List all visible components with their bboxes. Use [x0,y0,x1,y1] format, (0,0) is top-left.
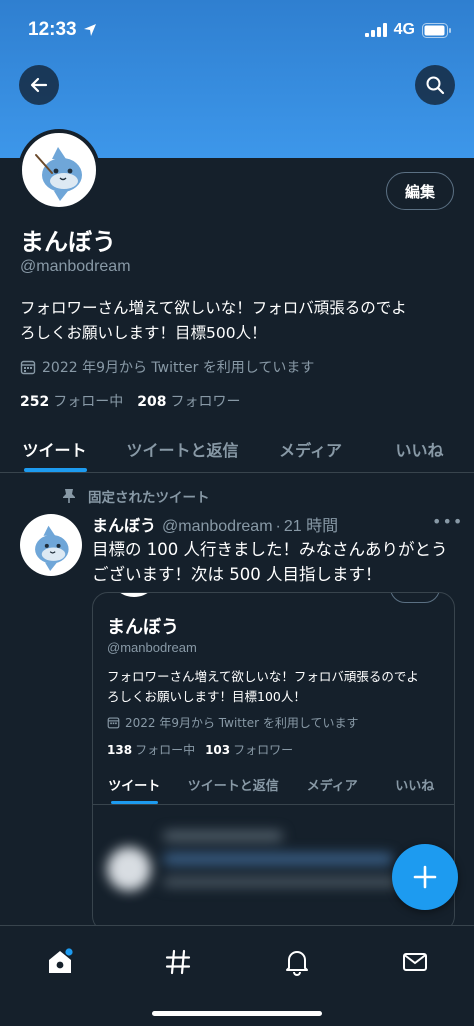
edit-profile-button[interactable]: 編集 [386,172,454,210]
home-icon [49,948,73,973]
card-edit-button-fragment [390,593,440,603]
card-profile-name: まんぼう [107,617,179,638]
card-followers-label: フォロワー [233,743,294,757]
sunfish-avatar-icon [35,525,69,571]
card-tab-media: メディア [306,779,358,794]
search-button[interactable] [415,65,455,105]
tweet-text-line: 目標の 100 人行きました！みなさんありがとう [92,540,448,559]
joined-text: 2022 年9月から Twitter を利用しています [42,360,315,376]
signal-icon [364,23,387,37]
tweet-author-handle: @manbodream [162,518,273,535]
location-arrow-icon [83,24,96,36]
bottom-navigation [0,925,474,1026]
profile-bio: フォロワーさん増えて欲しいな！フォロバ頑張るのでよ ろしくお願いします！目標50… [20,296,456,346]
home-indicator [152,1011,322,1016]
profile-avatar[interactable] [18,129,100,211]
sunfish-avatar-icon [35,147,82,201]
tab-media[interactable]: メディア [256,425,365,472]
card-followers-count: 103 [205,743,231,757]
nav-messages[interactable] [393,940,437,984]
network-label: 4G [393,21,415,38]
bell-icon [286,951,308,976]
tab-tweets[interactable]: ツイート [0,425,109,472]
battery-icon [422,22,451,38]
card-joined-text: 2022 年9月から Twitter を利用しています [125,716,359,730]
following-count: 252 [20,394,50,410]
envelope-icon [403,953,427,971]
calendar-icon [107,717,120,729]
profile-handle: @manbodream [20,258,131,275]
pinned-label: 固定されたツイート [88,490,210,506]
profile-tabs: ツイート ツイートと返信 メディア いいね [0,425,474,473]
card-following-label: フォロー中 [135,743,196,757]
tweet-time: 21 時間 [283,518,339,535]
tweet-author-name[interactable]: まんぼう [92,512,156,536]
status-time: 12:33 [28,19,77,40]
card-avatar-fragment [109,593,159,597]
blurred-avatar [107,847,151,891]
card-tab-tweets: ツイート [93,765,176,804]
card-tabs: ツイート ツイートと返信 メディア いいね [93,765,454,805]
card-profile-bio: フォロワーさん増えて欲しいな！フォロバ頑張るのでよ ろしくお願いします！目標10… [107,667,447,707]
hashtag-icon [165,949,191,975]
blurred-line [163,877,423,887]
plus-icon [413,865,437,889]
nav-home[interactable] [38,940,82,984]
calendar-icon [20,360,36,375]
tweet-more-button[interactable]: ••• [432,512,463,531]
card-profile-handle: @manbodream [107,640,197,655]
back-button[interactable] [19,65,59,105]
compose-tweet-button[interactable] [392,844,458,910]
following-label: フォロー中 [53,394,124,410]
tweet-avatar[interactable] [20,514,82,576]
blurred-line [163,853,393,865]
profile-name: まんぼう [20,228,116,256]
card-following: 138 フォロー中 [107,741,195,758]
card-bio-line: フォロワーさん増えて欲しいな！フォロバ頑張るのでよ [107,669,419,684]
followers-count: 208 [137,394,167,410]
card-tab-tweets-replies: ツイートと返信 [187,779,279,794]
followers-label: フォロワー [170,394,241,410]
tab-tweets-replies[interactable]: ツイートと返信 [109,425,256,472]
nav-notifications[interactable] [275,940,319,984]
tab-likes[interactable]: いいね [365,425,474,472]
card-follow-stats: 138 フォロー中 103 フォロワー [107,741,293,758]
nav-explore[interactable] [156,940,200,984]
following-link[interactable]: 252 フォロー中 [20,391,123,411]
joined-date: 2022 年9月から Twitter を利用しています [20,357,314,377]
tweet-separator: · [275,518,281,535]
status-time-group: 12:33 [28,19,97,41]
status-bar: 12:33 4G [0,0,474,60]
blurred-line [163,831,283,841]
tweet-text-line: ございます！次は 500 人目指します！ [92,565,382,584]
bio-line: ろしくお願いします！目標500人！ [20,324,267,342]
status-right: 4G [364,21,452,39]
card-tab-likes: いいね [395,779,435,794]
search-icon [426,76,445,95]
card-joined-date: 2022 年9月から Twitter を利用しています [107,714,358,731]
followers-link[interactable]: 208 フォロワー [137,391,240,411]
tweet-text: 目標の 100 人行きました！みなさんありがとう ございます！次は 500 人目… [92,537,464,587]
card-bio-line: ろしくお願いします！目標100人！ [107,689,306,704]
pinned-indicator: 固定されたツイート [62,486,210,506]
arrow-left-icon [30,77,48,93]
tweet-header: まんぼう @manbodream · 21 時間 [92,512,338,536]
card-followers: 103 フォロワー [205,741,293,758]
bio-line: フォロワーさん増えて欲しいな！フォロバ頑張るのでよ [20,299,407,317]
card-following-count: 138 [107,743,133,757]
pin-icon [63,489,75,503]
follow-stats: 252 フォロー中 208 フォロワー [20,391,240,411]
